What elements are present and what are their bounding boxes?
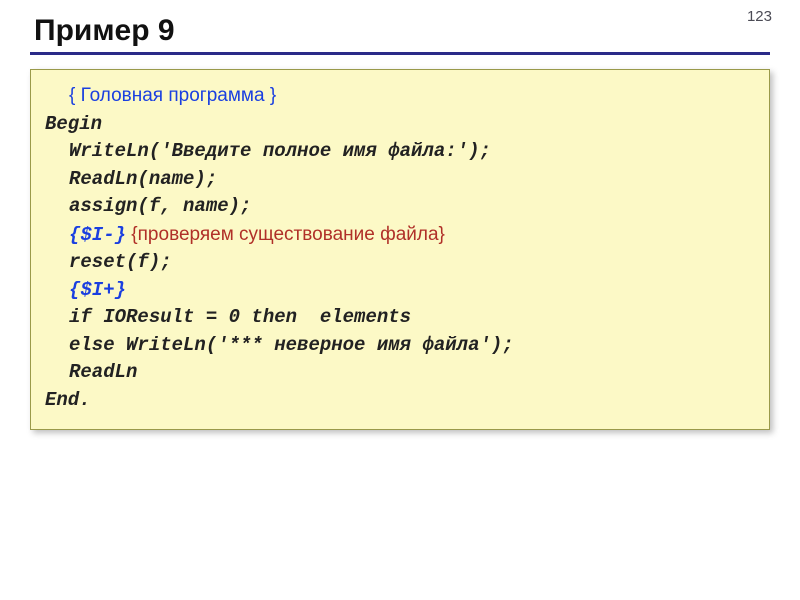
code-comment: { Головная программа }	[69, 85, 276, 106]
code-line: assign(f, name);	[45, 193, 755, 221]
slide-title: Пример 9	[34, 14, 770, 48]
code-line: reset(f);	[45, 249, 755, 277]
code-directive: {$I+}	[69, 279, 126, 301]
code-line: WriteLn('Введите полное имя файла:');	[45, 138, 755, 166]
code-line: { Головная программа }	[45, 82, 755, 111]
code-comment: {проверяем существование файла}	[126, 224, 445, 245]
code-line: ReadLn	[45, 359, 755, 387]
code-line: ReadLn(name);	[45, 166, 755, 194]
page-number: 123	[747, 8, 772, 25]
code-line: End.	[45, 387, 755, 415]
code-line: else WriteLn('*** неверное имя файла');	[45, 332, 755, 360]
code-line: {$I-} {проверяем существование файла}	[45, 221, 755, 250]
code-directive: {$I-}	[69, 224, 126, 246]
code-line: if IOResult = 0 then elements	[45, 304, 755, 332]
code-line: Begin	[45, 111, 755, 139]
title-rule	[30, 52, 770, 55]
code-line: {$I+}	[45, 277, 755, 305]
slide: 123 Пример 9 { Головная программа } Begi…	[0, 0, 800, 600]
code-block: { Головная программа } Begin WriteLn('Вв…	[30, 69, 770, 430]
